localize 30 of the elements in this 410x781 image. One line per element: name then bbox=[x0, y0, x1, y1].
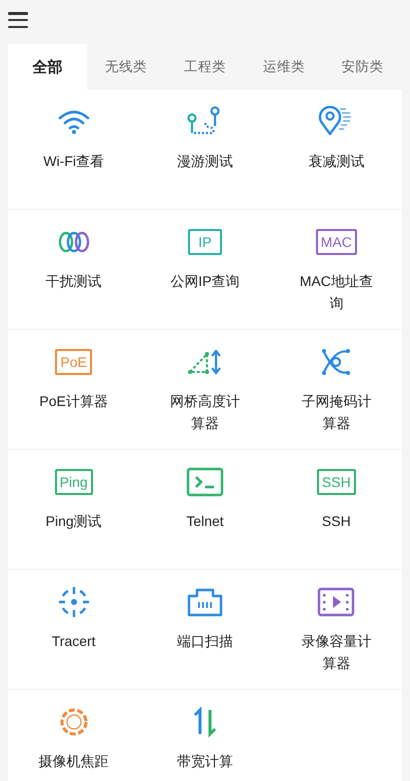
film-play-icon bbox=[316, 586, 356, 618]
tool-label[interactable]: 公网IP查询 bbox=[170, 270, 240, 292]
badge-icon: MAC bbox=[316, 229, 357, 255]
tool-label[interactable]: 摄像机焦距 bbox=[38, 750, 109, 772]
badge-icon: PoE bbox=[55, 349, 92, 375]
tool-label[interactable]: 录像容量计算器 bbox=[299, 630, 374, 674]
category-tab[interactable]: 安防类 bbox=[323, 44, 402, 90]
tool-label[interactable]: Wi-Fi查看 bbox=[43, 150, 104, 172]
tool-label[interactable]: 子网掩码计算器 bbox=[299, 390, 374, 434]
category-tab[interactable]: 工程类 bbox=[166, 44, 244, 90]
badge-icon: SSH bbox=[316, 469, 356, 495]
tool-label[interactable]: Telnet bbox=[186, 510, 224, 532]
tool-label[interactable]: MAC地址查询 bbox=[299, 270, 374, 314]
tool-label[interactable]: 网桥高度计算器 bbox=[168, 390, 242, 434]
tool-label[interactable]: Ping测试 bbox=[46, 510, 102, 532]
terminal-icon bbox=[184, 466, 225, 498]
menu-button[interactable] bbox=[8, 12, 28, 28]
tool-label[interactable]: SSH bbox=[322, 510, 351, 532]
tool-label[interactable]: 端口扫描 bbox=[176, 630, 233, 652]
category-tab[interactable]: 运维类 bbox=[244, 44, 324, 90]
badge-icon: Ping bbox=[54, 469, 93, 495]
tool-label[interactable]: PoE计算器 bbox=[39, 390, 108, 412]
tool-label[interactable]: Tracert bbox=[52, 630, 96, 652]
category-tab[interactable]: 全部 bbox=[8, 44, 87, 90]
tool-label[interactable]: 干扰测试 bbox=[46, 270, 102, 292]
tool-label[interactable]: 带宽计算 bbox=[176, 750, 233, 772]
badge-icon: IP bbox=[188, 229, 222, 255]
tool-label[interactable]: 衰减测试 bbox=[308, 150, 364, 172]
tool-label[interactable]: 漫游测试 bbox=[176, 150, 233, 172]
category-tab[interactable]: 无线类 bbox=[86, 44, 166, 90]
